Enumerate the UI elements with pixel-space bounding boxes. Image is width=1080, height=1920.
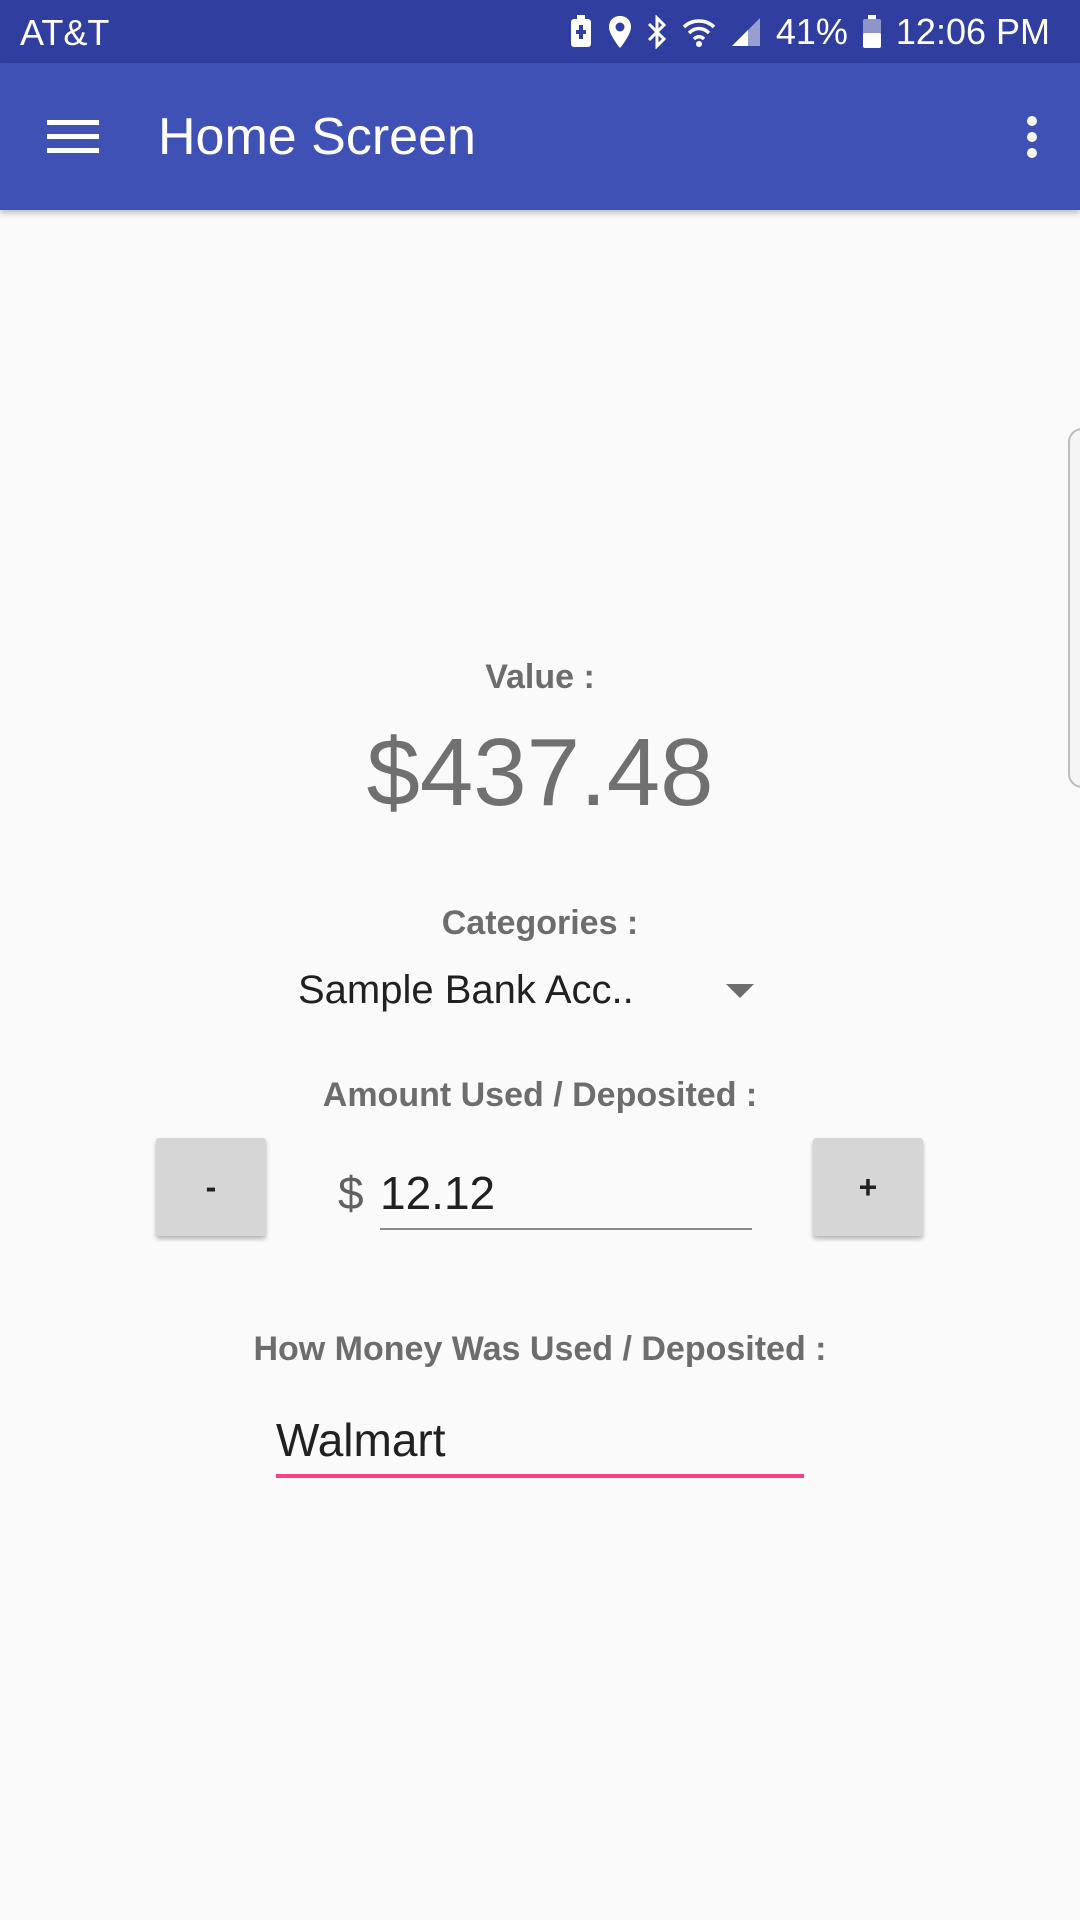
decrement-button[interactable]: -: [156, 1138, 266, 1236]
currency-symbol: $: [338, 1167, 364, 1219]
app-bar: Home Screen: [0, 63, 1080, 210]
page-title: Home Screen: [158, 108, 476, 166]
signal-icon: [730, 16, 762, 48]
battery-icon: [862, 14, 882, 49]
battery-percent: 41%: [775, 10, 848, 52]
value-label: Value :: [485, 658, 595, 696]
bluetooth-icon: [646, 14, 668, 49]
dropdown-arrow-icon: [726, 984, 754, 998]
value-amount: $437.48: [366, 719, 714, 826]
overflow-menu-button[interactable]: [1002, 99, 1062, 175]
more-vert-icon: [1027, 116, 1037, 158]
category-dropdown[interactable]: Sample Bank Acc..: [296, 958, 756, 1028]
wifi-icon: [682, 16, 716, 48]
amount-input[interactable]: [380, 1158, 752, 1230]
clock: 12:06 PM: [895, 10, 1050, 52]
status-bar: AT&T 41% 12:06 PM: [0, 0, 1080, 63]
menu-button[interactable]: [30, 99, 116, 175]
battery-saver-icon: [568, 14, 594, 49]
amount-label: Amount Used / Deposited :: [322, 1076, 758, 1114]
description-input[interactable]: [276, 1406, 804, 1478]
increment-button[interactable]: +: [813, 1138, 923, 1236]
hamburger-menu-icon: [47, 120, 99, 153]
location-icon: [608, 15, 632, 49]
carrier-name: AT&T: [20, 12, 110, 53]
categories-label: Categories :: [441, 904, 639, 942]
status-icons: 41% 12:06 PM: [568, 0, 1050, 63]
category-selected: Sample Bank Acc..: [298, 968, 634, 1012]
description-label: How Money Was Used / Deposited :: [253, 1330, 827, 1368]
